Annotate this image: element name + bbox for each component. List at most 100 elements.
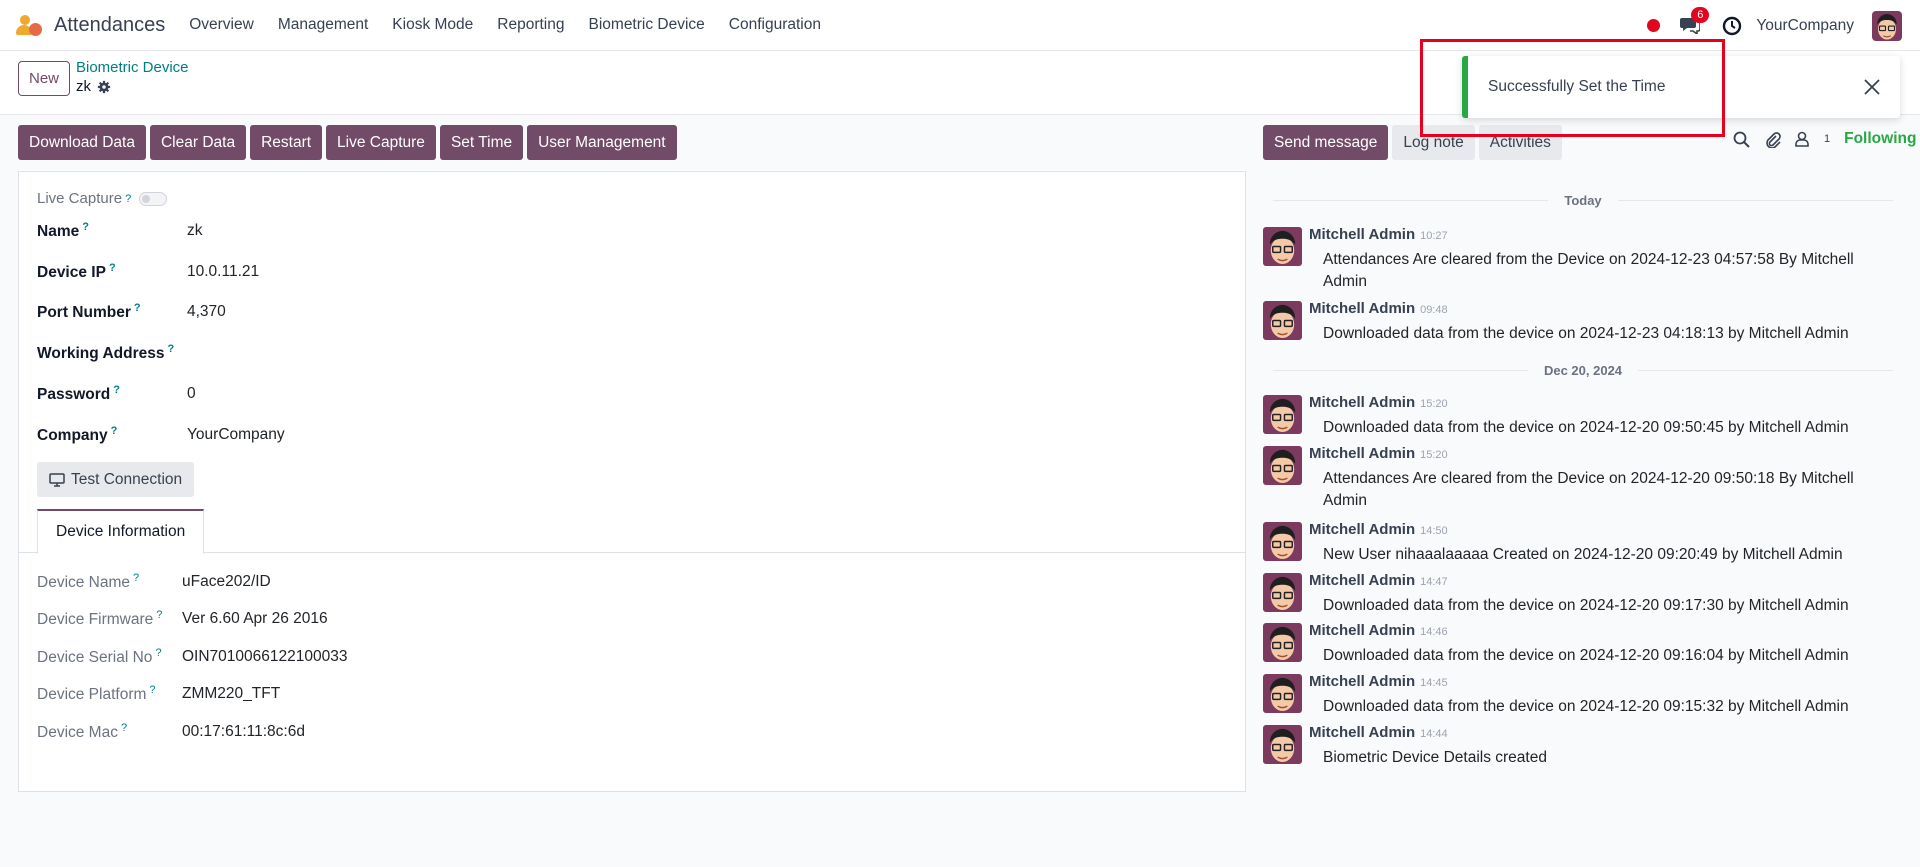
following-button[interactable]: Following	[1844, 130, 1916, 148]
action-toolbar: Download Data Clear Data Restart Live Ca…	[18, 125, 681, 160]
live-capture-label: Live Capture	[37, 190, 123, 207]
messaging-icon[interactable]: 6	[1680, 6, 1710, 36]
port-number-value[interactable]: 4,370	[187, 303, 226, 321]
date-separator: Dec 20, 2024	[1273, 362, 1894, 378]
close-icon[interactable]	[1862, 77, 1882, 97]
help-icon[interactable]: ?	[134, 302, 141, 314]
message-author[interactable]: Mitchell Admin 15:20	[1309, 445, 1448, 462]
message-body: Downloaded data from the device on 2024-…	[1323, 647, 1849, 664]
help-icon[interactable]: ?	[133, 572, 139, 584]
new-button[interactable]: New	[18, 61, 70, 96]
info-label: Device Firmware	[37, 611, 154, 629]
info-label: Device Serial No	[37, 649, 153, 667]
help-icon[interactable]: ?	[156, 609, 162, 621]
field-device-ip: Device IP? 10.0.11.21	[37, 262, 259, 282]
help-icon[interactable]: ?	[149, 684, 155, 696]
author-avatar[interactable]	[1263, 573, 1302, 612]
message-time: 14:50	[1420, 525, 1448, 537]
message-author[interactable]: Mitchell Admin 14:44	[1309, 724, 1448, 741]
test-connection-label: Test Connection	[71, 470, 183, 488]
field-working-address: Working Address?	[37, 343, 174, 363]
menu-kiosk-mode[interactable]: Kiosk Mode	[392, 16, 473, 34]
tab-device-information[interactable]: Device Information	[37, 509, 205, 554]
company-switcher[interactable]: YourCompany	[1756, 17, 1854, 35]
author-avatar[interactable]	[1263, 227, 1302, 266]
field-label: Company	[37, 427, 108, 445]
password-value[interactable]: 0	[187, 385, 196, 403]
info-label: Device Platform	[37, 686, 147, 704]
message-time: 15:20	[1420, 398, 1448, 410]
breadcrumb-current: zk	[76, 78, 189, 95]
test-connection-button[interactable]: Test Connection	[37, 462, 195, 497]
menu-reporting[interactable]: Reporting	[497, 16, 564, 34]
help-icon[interactable]: ?	[82, 221, 89, 233]
message-body: New User nihaaalaaaaa Created on 2024-12…	[1323, 546, 1843, 563]
info-device-firmware: Device Firmware? Ver 6.60 Apr 26 2016	[37, 609, 328, 629]
field-password: Password? 0	[37, 384, 196, 404]
message-author[interactable]: Mitchell Admin 09:48	[1309, 300, 1448, 317]
highlight-annotation	[1420, 39, 1725, 137]
form-sheet: Live Capture ? Name? zk Device IP? 10.0.…	[18, 171, 1246, 792]
help-icon[interactable]: ?	[113, 384, 120, 396]
field-company: Company? YourCompany	[37, 425, 285, 445]
info-label: Device Name	[37, 574, 131, 592]
device-serial-value: OIN7010066122100033	[182, 648, 348, 666]
message-body: Biometric Device Details created	[1323, 749, 1547, 766]
menu-biometric-device[interactable]: Biometric Device	[589, 16, 705, 34]
message-author[interactable]: Mitchell Admin 14:45	[1309, 673, 1448, 690]
author-avatar[interactable]	[1263, 446, 1302, 485]
send-message-button[interactable]: Send message	[1263, 125, 1389, 160]
set-time-button[interactable]: Set Time	[439, 125, 524, 160]
download-data-button[interactable]: Download Data	[18, 125, 146, 160]
message-author[interactable]: Mitchell Admin 14:46	[1309, 622, 1448, 639]
clear-data-button[interactable]: Clear Data	[149, 125, 247, 160]
breadcrumb-parent-link[interactable]: Biometric Device	[76, 59, 189, 76]
help-icon[interactable]: ?	[109, 262, 116, 274]
app-brand[interactable]: Attendances	[16, 12, 189, 38]
search-icon[interactable]	[1733, 131, 1750, 148]
message-body: Downloaded data from the device on 2024-…	[1323, 325, 1849, 342]
message-body: Attendances Are cleared from the Device …	[1323, 251, 1854, 290]
recording-indicator-icon[interactable]	[1647, 19, 1661, 32]
menu-management[interactable]: Management	[278, 16, 368, 34]
live-capture-row: Live Capture ?	[37, 190, 168, 207]
author-avatar[interactable]	[1263, 522, 1302, 561]
live-capture-button[interactable]: Live Capture	[326, 125, 436, 160]
paperclip-icon[interactable]	[1764, 131, 1781, 148]
message-time: 14:47	[1420, 576, 1448, 588]
help-icon[interactable]: ?	[167, 343, 174, 355]
user-management-button[interactable]: User Management	[527, 125, 677, 160]
date-separator: Today	[1273, 192, 1894, 208]
company-value[interactable]: YourCompany	[187, 426, 285, 444]
activity-clock-icon[interactable]	[1722, 16, 1742, 36]
help-icon[interactable]: ?	[125, 193, 131, 205]
message-author[interactable]: Mitchell Admin 15:20	[1309, 394, 1448, 411]
menu-overview[interactable]: Overview	[189, 16, 254, 34]
message-time: 14:46	[1420, 626, 1448, 638]
device-ip-value[interactable]: 10.0.11.21	[187, 263, 259, 281]
help-icon[interactable]: ?	[121, 722, 127, 734]
author-avatar[interactable]	[1263, 395, 1302, 434]
followers-button[interactable]: 1	[1795, 131, 1844, 147]
field-label: Working Address	[37, 345, 165, 363]
help-icon[interactable]: ?	[155, 647, 161, 659]
info-device-platform: Device Platform? ZMM220_TFT	[37, 684, 280, 704]
follower-count: 1	[1824, 133, 1831, 145]
name-value[interactable]: zk	[187, 222, 203, 240]
message-author[interactable]: Mitchell Admin 14:47	[1309, 572, 1448, 589]
field-label: Device IP	[37, 264, 106, 282]
author-avatar[interactable]	[1263, 301, 1302, 340]
user-avatar[interactable]	[1872, 10, 1902, 41]
gear-icon[interactable]	[97, 80, 111, 94]
restart-button[interactable]: Restart	[250, 125, 323, 160]
author-avatar[interactable]	[1263, 623, 1302, 662]
author-avatar[interactable]	[1263, 674, 1302, 713]
menu-configuration[interactable]: Configuration	[729, 16, 821, 34]
app-name: Attendances	[54, 13, 166, 36]
live-capture-toggle[interactable]	[139, 191, 168, 206]
message-author[interactable]: Mitchell Admin 14:50	[1309, 521, 1448, 538]
author-avatar[interactable]	[1263, 725, 1302, 764]
message-author[interactable]: Mitchell Admin 10:27	[1309, 226, 1448, 243]
help-icon[interactable]: ?	[111, 425, 118, 437]
message-body: Downloaded data from the device on 2024-…	[1323, 698, 1849, 715]
